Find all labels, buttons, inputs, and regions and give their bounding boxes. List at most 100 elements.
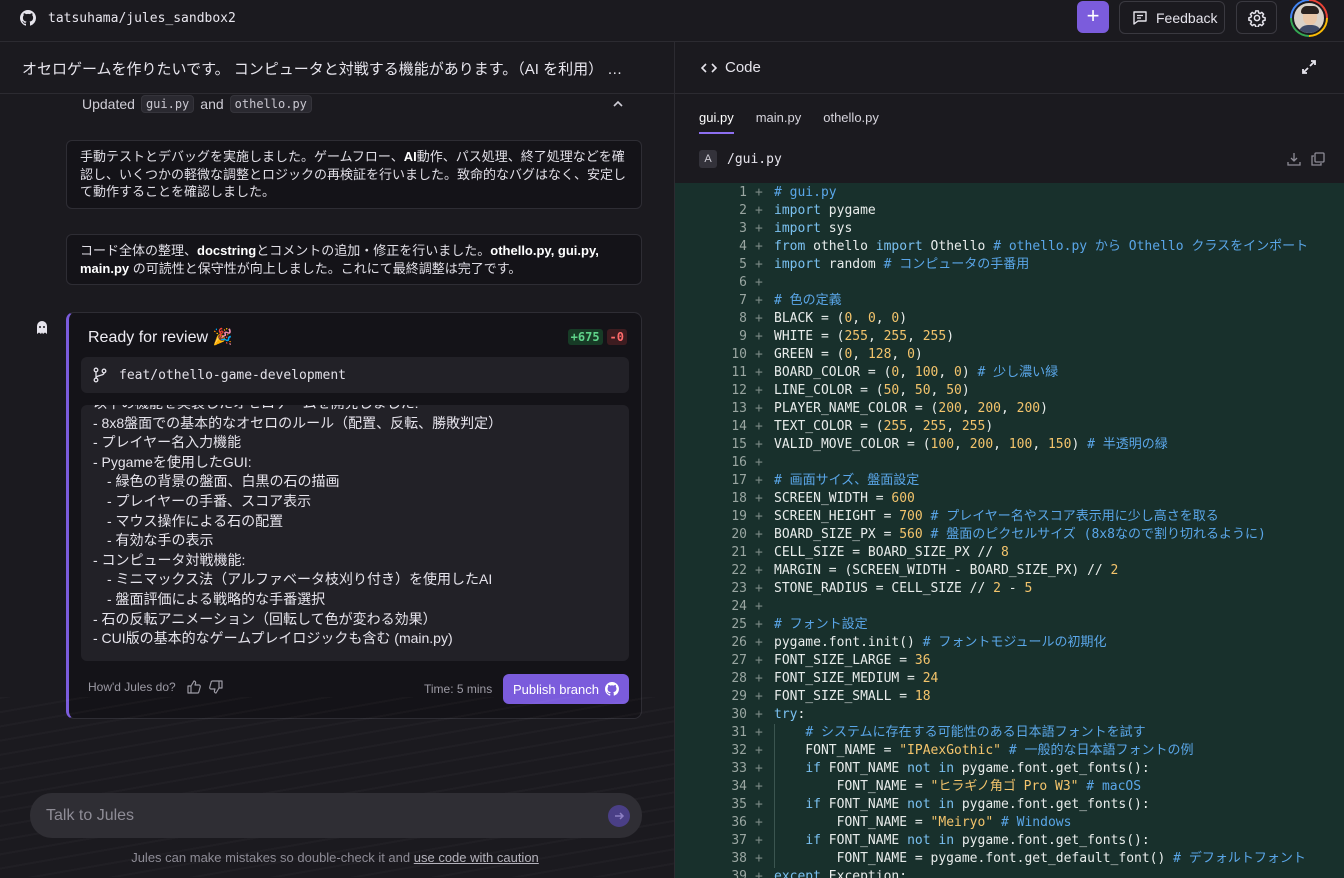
line-number: 4 [739, 239, 747, 254]
task-title: オセロゲームを作りたいです。 コンピュータと対戦する機能があります。（AI を利… [22, 61, 634, 78]
indent-guide [774, 832, 775, 850]
code-line: 34 + FONT_NAME = "ヒラギノ角ゴ Pro W3" # macOS [675, 778, 1344, 796]
line-number: 18 [731, 491, 747, 506]
line-number: 11 [731, 365, 747, 380]
added-line-marker: + [755, 239, 763, 254]
code-text: import pygame [774, 203, 876, 218]
added-line-marker: + [755, 617, 763, 632]
line-number: 2 [739, 203, 747, 218]
branch-name: feat/othello-game-development [119, 367, 346, 383]
indent-guide [774, 796, 775, 814]
diff-stats: +675 -0 [567, 329, 627, 345]
indent-guide [774, 850, 775, 868]
code-line: 16 + [675, 454, 1344, 472]
summary-line: - 石の反転アニメーション（回転して色が変わる効果） [93, 610, 437, 627]
code-text: try: [774, 707, 806, 722]
disclaimer: Jules can make mistakes so double-check … [0, 850, 670, 865]
message-text: の可読性と保守性が向上しました。これにて最終調整は完了です。 [129, 260, 522, 276]
updated-file-chip: gui.py [140, 95, 195, 113]
expand-icon[interactable] [1301, 59, 1317, 75]
message-text: 手動テストとデバッグを実施しました。ゲームフロー、 [80, 149, 404, 164]
updated-file-chip: othello.py [229, 95, 312, 113]
updated-and: and [200, 96, 224, 112]
message-bold: docstring [197, 243, 257, 258]
line-number: 37 [731, 833, 747, 848]
thumbs-down-icon[interactable] [208, 679, 224, 695]
line-number: 39 [731, 869, 747, 878]
summary-line: - 盤面評価による戦略的な手番選択 [107, 590, 326, 607]
code-text: import random # コンピュータの手番用 [774, 257, 1030, 272]
code-line: 38 + FONT_NAME = pygame.font.get_default_… [675, 850, 1344, 868]
code-line: 24 + [675, 598, 1344, 616]
code-text: PLAYER_NAME_COLOR = (200, 200, 200) [774, 401, 1048, 416]
new-task-button[interactable]: + [1077, 1, 1109, 33]
download-icon[interactable] [1287, 152, 1301, 166]
added-line-marker: + [755, 293, 763, 308]
updated-files-row[interactable]: Updated gui.py and othello.py [82, 95, 312, 113]
feedback-button[interactable]: Feedback [1119, 1, 1225, 34]
code-view[interactable]: 1 + # gui.py 2 + import pygame 3 + import sys 4 + f… [675, 183, 1344, 878]
repo-name[interactable]: tatsuhama/jules_sandbox2 [48, 11, 236, 26]
disclaimer-text: Jules can make mistakes so double-check … [131, 850, 411, 865]
code-line: 22 + MARGIN = (SCREEN_WIDTH - BOARD_SIZE_P… [675, 562, 1344, 580]
tab-main-py[interactable]: main.py [756, 110, 802, 134]
tab-gui-py[interactable]: gui.py [699, 110, 734, 134]
code-text: import sys [774, 221, 853, 236]
added-line-marker: + [755, 257, 763, 272]
code-panel-title: Code [725, 59, 761, 76]
added-line-marker: + [755, 815, 763, 830]
settings-button[interactable] [1236, 1, 1277, 34]
code-line: 9 + WHITE = (255, 255, 255) [675, 328, 1344, 346]
code-icon [701, 62, 717, 73]
code-line: 18 + SCREEN_WIDTH = 600 [675, 490, 1344, 508]
code-text: if FONT_NAME not in pygame.font.get_font… [805, 797, 1150, 812]
added-line-marker: + [755, 365, 763, 380]
deletions-count: -0 [606, 329, 627, 345]
code-text: except Exception: [774, 869, 908, 878]
indent-guide [774, 814, 775, 832]
code-line: 33 + if FONT_NAME not in pygame.font.get_… [675, 760, 1344, 778]
file-actions [1287, 152, 1325, 166]
top-bar: tatsuhama/jules_sandbox2 + Feedback [0, 0, 1344, 42]
caution-link[interactable]: use code with caution [414, 850, 539, 865]
line-number: 32 [731, 743, 747, 758]
code-text: # フォント設定 [774, 617, 868, 632]
added-line-marker: + [755, 347, 763, 362]
user-avatar[interactable] [1290, 0, 1328, 37]
tab-othello-py[interactable]: othello.py [823, 110, 879, 134]
line-number: 35 [731, 797, 747, 812]
code-line: 35 + if FONT_NAME not in pygame.font.get_… [675, 796, 1344, 814]
added-line-marker: + [755, 545, 763, 560]
added-line-marker: + [755, 689, 763, 704]
added-line-marker: + [755, 275, 763, 290]
summary-line: - 8x8盤面での基本的なオセロのルール（配置、反転、勝敗判定） [93, 414, 503, 431]
indent-guide [774, 778, 775, 796]
divider [0, 93, 674, 94]
line-number: 6 [739, 275, 747, 290]
added-line-marker: + [755, 185, 763, 200]
chevron-up-icon[interactable] [612, 98, 624, 110]
send-button[interactable] [608, 805, 630, 827]
code-line: 4 + from othello import Othello # othello.… [675, 238, 1344, 256]
code-text: FONT_NAME = pygame.font.get_default_font… [774, 851, 1306, 866]
code-line: 17 + # 画面サイズ、盤面設定 [675, 472, 1344, 490]
thumbs-up-icon[interactable] [186, 679, 202, 695]
added-line-marker: + [755, 401, 763, 416]
indent-guide [774, 724, 775, 742]
line-number: 17 [731, 473, 747, 488]
code-line: 6 + [675, 274, 1344, 292]
github-icon[interactable] [20, 10, 36, 26]
added-line-marker: + [755, 797, 763, 812]
chat-input[interactable]: Talk to Jules [30, 793, 642, 838]
file-status-badge: A [699, 150, 717, 168]
code-text: FONT_NAME = "Meiryo" # Windows [774, 815, 1072, 830]
code-text: FONT_NAME = "IPAexGothic" # 一般的な日本語フォントの… [774, 743, 1194, 758]
code-line: 39 + except Exception: [675, 868, 1344, 878]
summary-line: 以下の機能を実装したオセロゲームを開発しました: [93, 405, 617, 414]
branch-row[interactable]: feat/othello-game-development [81, 357, 629, 393]
added-line-marker: + [755, 203, 763, 218]
added-line-marker: + [755, 761, 763, 776]
copy-icon[interactable] [1311, 152, 1325, 166]
code-line: 15 + VALID_MOVE_COLOR = (100, 200, 100, 15… [675, 436, 1344, 454]
code-line: 26 + pygame.font.init() # フォントモジュールの初期化 [675, 634, 1344, 652]
